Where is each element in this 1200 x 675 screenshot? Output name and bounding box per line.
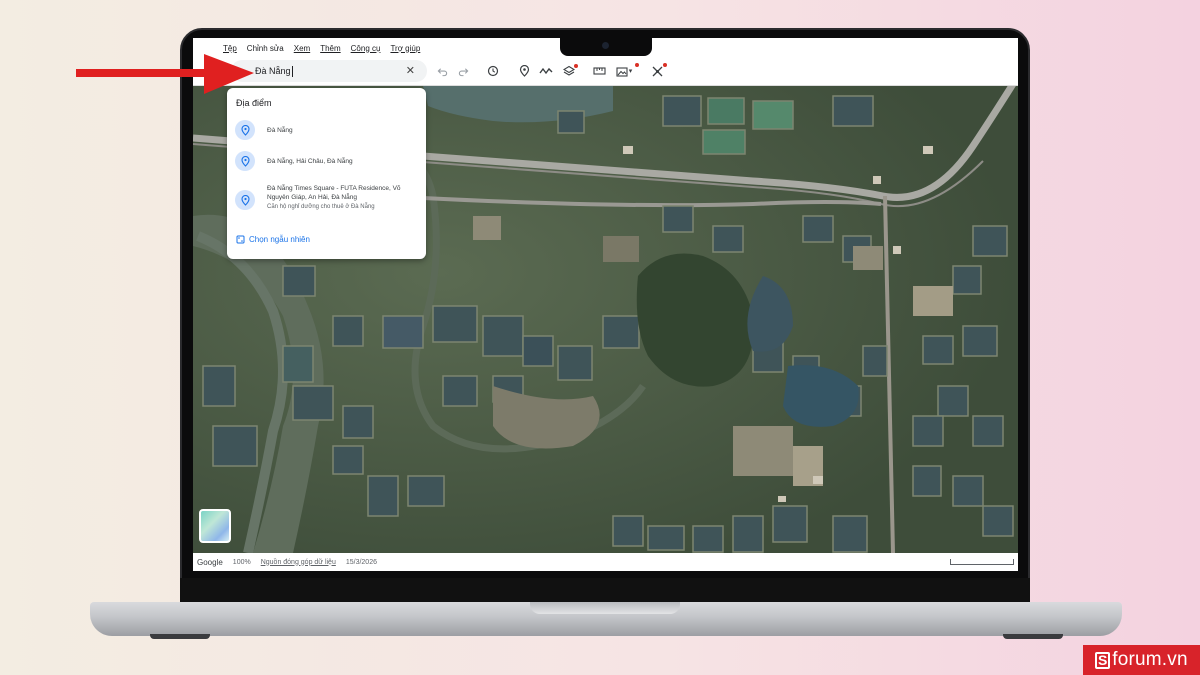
- random-label: Chọn ngẫu nhiên: [249, 235, 310, 244]
- laptop-opening-notch: [530, 602, 680, 614]
- laptop-bottom-bezel: [180, 578, 1030, 604]
- zoom-level: 100%: [232, 558, 251, 566]
- placemark-icon[interactable]: [516, 63, 532, 79]
- ruler-icon[interactable]: [591, 63, 607, 79]
- menu-tools[interactable]: Công cụ: [351, 44, 381, 53]
- chevron-down-icon: ▾: [628, 68, 633, 75]
- shuffle-icon: [236, 235, 245, 244]
- red-pointer-arrow: [76, 54, 254, 94]
- result-subtitle: Căn hộ nghỉ dưỡng cho thuê ở Đà Nẵng: [267, 203, 375, 210]
- text-caret: [291, 65, 293, 77]
- result-item[interactable]: Đà Nẵng: [235, 120, 417, 140]
- search-results-dropdown: Địa điểm Đà Nẵng Đà Nẵng, Hải Châu, Đà N…: [227, 88, 426, 259]
- menu-view[interactable]: Xem: [294, 44, 310, 53]
- path-icon[interactable]: [538, 63, 554, 79]
- camera-icon: [602, 42, 609, 49]
- measure-icon[interactable]: [649, 63, 667, 79]
- menu-help[interactable]: Trợ giúp: [390, 44, 420, 53]
- contribute-link[interactable]: Nguồn đóng góp dữ liệu: [261, 559, 336, 566]
- menu-file[interactable]: Tệp: [223, 44, 237, 53]
- dropdown-header: Địa điểm: [236, 98, 272, 108]
- notification-dot: [663, 63, 667, 67]
- result-item[interactable]: Đà Nẵng Times Square - FUTA Residence, V…: [235, 184, 417, 212]
- imagery-date: 15/3/2026: [345, 558, 377, 566]
- laptop-foot: [1003, 634, 1063, 639]
- result-title: Đà Nẵng Times Square - FUTA Residence, V…: [267, 185, 401, 202]
- sforum-text: forum.vn: [1112, 649, 1188, 670]
- random-place-button[interactable]: Chọn ngẫu nhiên: [236, 235, 310, 244]
- undo-icon[interactable]: [434, 63, 450, 79]
- map-layer-thumbnail[interactable]: [199, 509, 231, 543]
- result-title: Đà Nẵng, Hải Châu, Đà Nẵng: [267, 158, 353, 165]
- google-logo: Google: [197, 557, 223, 567]
- history-icon[interactable]: [485, 63, 501, 79]
- result-title: Đà Nẵng: [267, 127, 293, 134]
- close-icon[interactable]: ✕: [406, 64, 415, 77]
- screen: Tệp Chỉnh sửa Xem Thêm Công cụ Trợ giúp …: [193, 38, 1018, 571]
- photo-icon[interactable]: ▾: [613, 63, 639, 79]
- menu-add[interactable]: Thêm: [320, 44, 340, 53]
- notification-dot: [574, 64, 578, 68]
- sforum-watermark: S forum.vn: [1083, 645, 1200, 675]
- search-input[interactable]: Đà Nẵng ✕: [231, 60, 427, 82]
- toolbar: Đà Nẵng ✕ ▾: [193, 58, 1018, 86]
- status-bar: Google 100% Nguồn đóng góp dữ liệu 15/3/…: [193, 553, 1018, 571]
- sforum-logo-letter: S: [1095, 651, 1111, 669]
- menu-edit[interactable]: Chỉnh sửa: [247, 44, 284, 53]
- place-pin-icon: [235, 120, 255, 140]
- place-pin-icon: [235, 190, 255, 210]
- scale-bar: [950, 559, 1014, 565]
- result-item[interactable]: Đà Nẵng, Hải Châu, Đà Nẵng: [235, 151, 417, 171]
- laptop-foot: [150, 634, 210, 639]
- redo-icon[interactable]: [455, 63, 471, 79]
- notification-dot: [635, 63, 639, 67]
- laptop-notch: [560, 38, 652, 56]
- search-value: Đà Nẵng: [255, 66, 291, 76]
- place-pin-icon: [235, 151, 255, 171]
- layers-icon[interactable]: [561, 63, 578, 79]
